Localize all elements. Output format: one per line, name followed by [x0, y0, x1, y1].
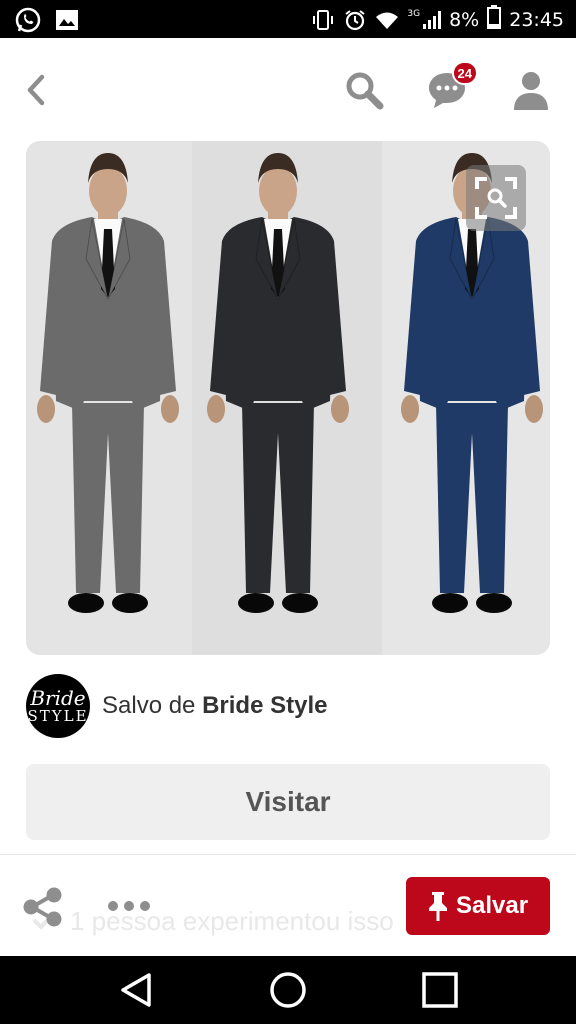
messages-button[interactable]: 24: [426, 61, 478, 110]
more-dot: [124, 901, 134, 911]
search-icon: [346, 72, 384, 110]
search-button[interactable]: [342, 68, 386, 112]
visit-button[interactable]: Visitar: [26, 764, 550, 840]
nav-back-icon: [121, 973, 151, 1007]
source-prefix: Salvo de: [102, 692, 203, 719]
more-dot: [140, 901, 150, 911]
app-header: 24: [0, 38, 576, 138]
pin-source[interactable]: Bride STYLE Salvo de Bride Style: [26, 674, 327, 738]
avatar-line1: Bride: [30, 686, 86, 710]
messages-badge: 24: [451, 61, 478, 85]
save-label: Salvar: [455, 892, 529, 919]
share-icon: [23, 887, 62, 927]
wifi-icon: [375, 8, 399, 32]
gallery-icon: [54, 7, 80, 38]
system-nav-bar: [0, 956, 576, 1024]
status-bar: 3G 8% 23:45: [0, 0, 576, 38]
source-label: Salvo de Bride Style: [102, 692, 327, 720]
pin-image[interactable]: [26, 141, 550, 655]
vibrate-icon: [311, 8, 335, 32]
more-button[interactable]: [108, 895, 152, 917]
nav-home-button[interactable]: [248, 956, 328, 1024]
battery-icon: [487, 5, 502, 34]
network-type: 3G: [407, 8, 421, 19]
profile-button[interactable]: [510, 68, 552, 112]
visual-search-icon: [475, 177, 517, 219]
nav-recents-button[interactable]: [400, 956, 480, 1024]
divider: [0, 854, 576, 855]
visual-search-button[interactable]: [466, 165, 526, 231]
alarm-icon: [343, 8, 367, 32]
clock: 23:45: [509, 8, 564, 31]
share-button[interactable]: [22, 887, 64, 927]
nav-home-icon: [270, 972, 306, 1008]
person-icon: [514, 72, 548, 110]
signal-icon: 3G: [407, 8, 442, 31]
chevron-left-icon: [27, 74, 45, 106]
avatar[interactable]: Bride STYLE: [26, 674, 90, 738]
save-button[interactable]: Salvar: [406, 877, 550, 935]
back-button[interactable]: [18, 70, 54, 110]
nav-back-button[interactable]: [96, 956, 176, 1024]
tried-it-text: 1 pessoa experimentou isso: [32, 906, 394, 937]
pushpin-icon: [428, 892, 447, 921]
more-dots-icon: [108, 901, 118, 911]
avatar-line2: STYLE: [27, 707, 89, 725]
whatsapp-icon: [14, 6, 42, 39]
nav-recents-icon: [422, 972, 458, 1008]
battery-percent: 8%: [449, 8, 480, 31]
source-name[interactable]: Bride Style: [202, 692, 327, 719]
